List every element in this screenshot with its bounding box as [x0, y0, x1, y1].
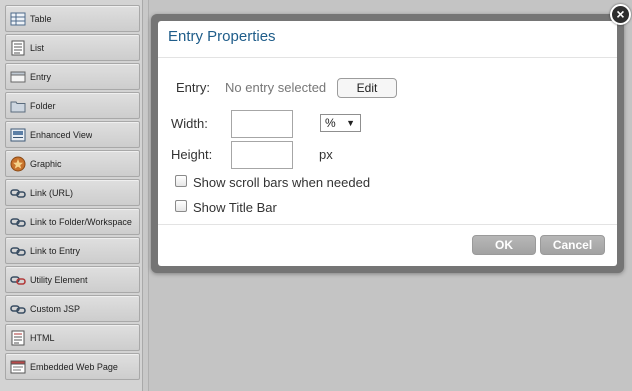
dialog-header: Entry Properties: [158, 21, 617, 58]
link-icon: [10, 246, 26, 256]
width-unit-select[interactable]: % ▼: [320, 114, 361, 132]
palette-item-label: Graphic: [30, 158, 62, 169]
palette-item-embedded-web-page[interactable]: Embedded Web Page: [5, 353, 140, 380]
palette-item-label: Enhanced View: [30, 129, 93, 140]
table-icon: [10, 12, 26, 25]
height-label: Height:: [171, 147, 213, 162]
link-icon: [10, 188, 26, 198]
palette-item-list[interactable]: List: [5, 34, 140, 61]
titlebar-checkbox[interactable]: [175, 200, 187, 212]
palette-item-label: Custom JSP: [30, 303, 81, 314]
dialog-frame: Entry Properties Entry: No entry selecte…: [151, 14, 624, 273]
folder-icon: [10, 101, 26, 112]
palette-item-label: Link to Entry: [30, 245, 81, 256]
html-icon: [11, 330, 25, 345]
palette-item-label: Link to Folder/Workspace: [30, 216, 132, 227]
list-icon: [11, 40, 25, 55]
web-page-icon: [10, 360, 26, 373]
cancel-button[interactable]: Cancel: [540, 235, 605, 255]
link-icon: [10, 304, 26, 314]
palette-item-label: Utility Element: [30, 274, 88, 285]
palette-item-html[interactable]: HTML: [5, 324, 140, 351]
element-palette: Table List Entry Folder Enhanced View Gr…: [0, 0, 143, 391]
entry-value: No entry selected: [225, 80, 327, 95]
close-icon[interactable]: ×: [610, 4, 631, 25]
entry-icon: [10, 71, 26, 82]
palette-item-utility-element[interactable]: Utility Element: [5, 266, 140, 293]
palette-item-folder[interactable]: Folder: [5, 92, 140, 119]
entry-properties-dialog: Entry Properties Entry: No entry selecte…: [158, 21, 617, 266]
height-input[interactable]: [231, 141, 293, 169]
palette-item-enhanced-view[interactable]: Enhanced View: [5, 121, 140, 148]
palette-item-label: Link (URL): [30, 187, 74, 198]
dialog-title: Entry Properties: [168, 28, 276, 45]
link-icon: [10, 275, 26, 285]
palette-item-label: Table: [30, 13, 52, 24]
width-input[interactable]: [231, 110, 293, 138]
palette-item-entry[interactable]: Entry: [5, 63, 140, 90]
palette-item-link-url[interactable]: Link (URL): [5, 179, 140, 206]
width-label: Width:: [171, 116, 208, 131]
ok-button[interactable]: OK: [472, 235, 536, 255]
height-unit: px: [319, 147, 333, 162]
palette-item-label: List: [30, 42, 45, 53]
palette-item-label: HTML: [30, 332, 55, 343]
dialog-footer: OK Cancel: [158, 224, 617, 266]
graphic-icon: [10, 156, 26, 171]
link-icon: [10, 217, 26, 227]
chevron-down-icon: ▼: [346, 118, 355, 128]
width-unit-value: %: [325, 116, 336, 130]
scrollbars-checkbox[interactable]: [175, 175, 187, 187]
enhanced-view-icon: [10, 128, 26, 141]
palette-item-label: Entry: [30, 71, 52, 82]
palette-item-graphic[interactable]: Graphic: [5, 150, 140, 177]
palette-item-label: Folder: [30, 100, 56, 111]
palette-item-custom-jsp[interactable]: Custom JSP: [5, 295, 140, 322]
palette-item-table[interactable]: Table: [5, 5, 140, 32]
palette-item-link-folder[interactable]: Link to Folder/Workspace: [5, 208, 140, 235]
palette-item-link-entry[interactable]: Link to Entry: [5, 237, 140, 264]
scrollbars-label: Show scroll bars when needed: [193, 175, 371, 190]
titlebar-label: Show Title Bar: [193, 200, 277, 215]
palette-item-label: Embedded Web Page: [30, 361, 118, 372]
entry-label: Entry:: [176, 80, 210, 95]
edit-button[interactable]: Edit: [337, 78, 397, 98]
